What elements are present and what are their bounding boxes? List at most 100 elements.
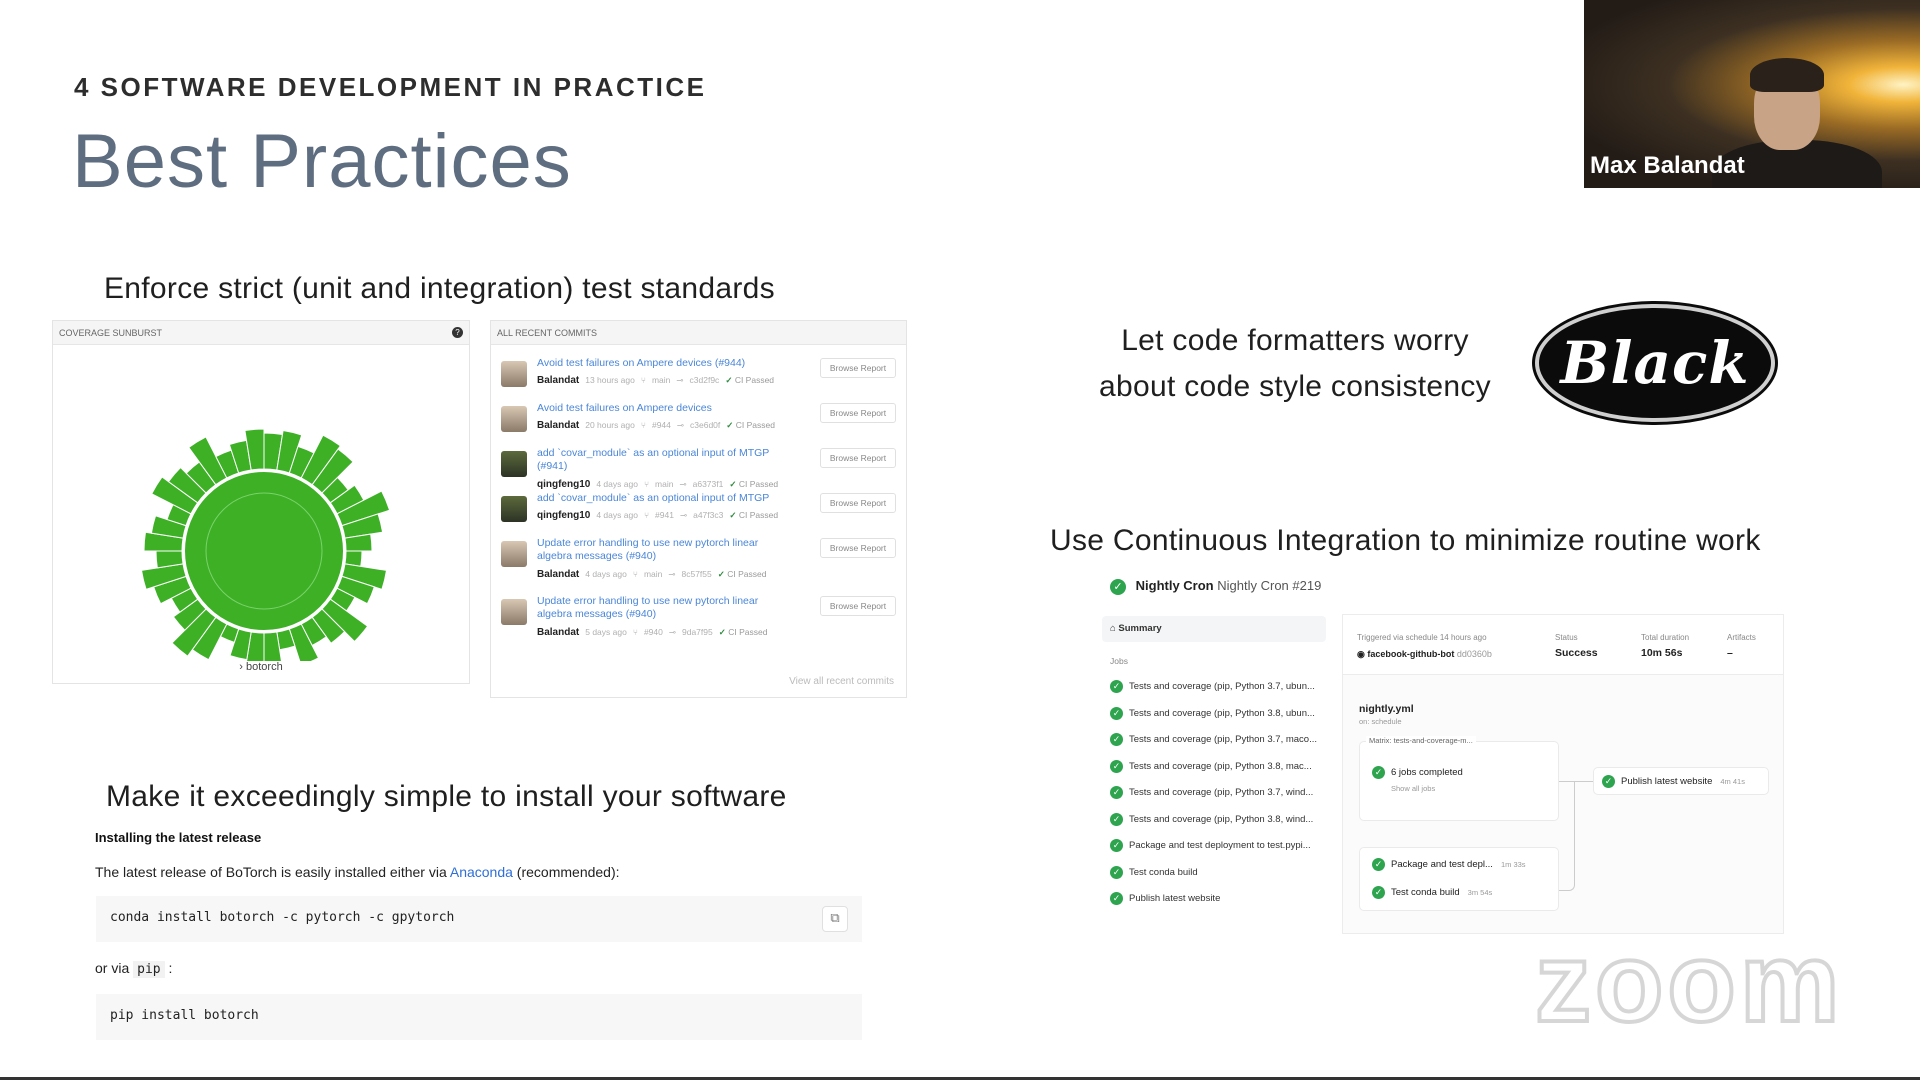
ci-job-item[interactable]: ✓ Publish latest website [1110,892,1330,905]
commit-row[interactable]: Update error handling to use new pytorch… [501,595,896,639]
ci-job-item[interactable]: ✓ Test conda build [1110,865,1330,879]
check-icon: ✓ [726,420,734,430]
yml-name: nightly.yml [1359,703,1414,715]
anaconda-link[interactable]: Anaconda [450,864,513,880]
matrix-label: Matrix: tests-and-coverage-m... [1366,736,1476,745]
success-check-icon: ✓ [1110,786,1123,799]
trigger-info: ◉ facebook-github-bot dd0360b [1357,649,1492,659]
commit-row[interactable]: add `covar_module` as an optional input … [501,492,896,536]
browse-report-button[interactable]: Browse Report [820,358,896,378]
ci-job-item[interactable]: ✓ Tests and coverage (pip, Python 3.7, ma… [1110,733,1330,746]
commit-branch: main [655,479,674,489]
commits-header: ALL RECENT COMMITS [491,321,906,345]
ci-job-label: Tests and coverage (pip, Python 3.8, win… [1129,813,1314,825]
copy-icon[interactable]: ⧉ [822,906,848,932]
avatar [501,541,527,567]
commit-sha: 9da7f95 [681,627,713,637]
ci-job-item[interactable]: ✓ Tests and coverage (pip, Python 3.7, wi… [1110,786,1330,799]
commit-time: 20 hours ago [585,420,635,430]
commit-message[interactable]: Update error handling to use new pytorch… [537,595,787,621]
pip-inline-code: pip [133,961,165,978]
ci-job-item[interactable]: ✓ Tests and coverage (pip, Python 3.8, ub… [1110,706,1330,720]
webcam-video: Max Balandat [1584,0,1920,188]
browse-report-button[interactable]: Browse Report [820,448,896,468]
check-icon: ✓ [729,479,737,489]
ci-job-item[interactable]: ✓ Tests and coverage (pip, Python 3.8, ma… [1110,759,1330,773]
browse-report-button[interactable]: Browse Report [820,403,896,423]
ci-status: ✓ CI Passed [729,510,778,520]
ci-trigger-box: Triggered via schedule 14 hours ago ◉ fa… [1343,615,1783,675]
success-check-icon: ✓ [1110,759,1123,773]
commit-message[interactable]: Update error handling to use new pytorch… [537,537,787,563]
trigger-sha[interactable]: dd0360b [1457,649,1492,659]
view-all-commits-link[interactable]: View all recent commits [789,676,894,687]
yml-trigger: on: schedule [1359,717,1402,726]
success-check-icon: ✓ [1110,892,1123,905]
ci-status: ✓ CI Passed [725,375,774,385]
commit-icon: ⊸ [668,569,676,579]
commit-author: Balandat [537,420,580,431]
ci-job-item[interactable]: ✓ Tests and coverage (pip, Python 3.8, wi… [1110,812,1330,826]
success-check-icon: ✓ [1110,706,1123,720]
ci-run-title: ✓ Nightly Cron Nightly Cron #219 [1110,578,1321,595]
browse-report-button[interactable]: Browse Report [820,538,896,558]
commit-time: 4 days ago [596,479,638,489]
commit-row[interactable]: Avoid test failures on Ampere devices (#… [501,357,896,401]
ci-status-text: CI Passed [738,510,779,520]
trigger-actor[interactable]: facebook-github-bot [1367,649,1454,659]
install-subheading: Installing the latest release [95,830,262,845]
commit-branch: main [643,569,663,579]
commit-message[interactable]: Avoid test failures on Ampere devices (#… [537,357,787,370]
black-logo: Black [1535,304,1775,422]
ci-status-text: CI Passed [735,420,775,430]
publish-node[interactable]: ✓ Publish latest website 4m 41s [1593,767,1769,795]
conda-code-block: conda install botorch -c pytorch -c gpyt… [96,896,862,942]
ci-status: ✓ CI Passed [719,627,768,637]
package-node[interactable]: ✓ Package and test depl... 1m 33s [1372,858,1526,871]
ci-job-item[interactable]: ✓ Tests and coverage (pip, Python 3.7, ub… [1110,680,1330,693]
run-name[interactable]: Nightly Cron #219 [1217,578,1321,593]
commit-message[interactable]: add `covar_module` as an optional input … [537,492,787,505]
commit-author: Balandat [537,569,580,580]
commit-row[interactable]: add `covar_module` as an optional input … [501,447,896,491]
duration-label: Total duration [1641,633,1690,642]
commit-message[interactable]: add `covar_module` as an optional input … [537,447,787,473]
commit-icon: ⊸ [676,375,684,385]
matrix-node[interactable]: Matrix: tests-and-coverage-m... ✓ 6 jobs … [1359,736,1559,821]
ci-job-label: Package and test deployment to test.pypi… [1129,840,1311,852]
show-all-jobs-link[interactable]: Show all jobs [1391,784,1435,793]
sunburst-chart[interactable] [53,351,471,661]
browse-report-button[interactable]: Browse Report [820,596,896,616]
check-icon: ✓ [718,627,726,637]
conda-duration: 3m 54s [1467,888,1493,898]
ci-job-item[interactable]: ✓ Package and test deployment to test.pyp… [1110,839,1330,852]
help-icon[interactable]: ? [452,327,463,338]
artifacts-label: Artifacts [1727,633,1756,642]
conda-node[interactable]: ✓ Test conda build 3m 54s [1372,886,1492,899]
commit-branch: #940 [643,627,663,637]
ci-job-label: Tests and coverage (pip, Python 3.8, mac… [1129,760,1312,772]
commit-row[interactable]: Update error handling to use new pytorch… [501,537,896,581]
commit-sha: 8c57f55 [681,569,712,579]
formatter-line-2: about code style consistency [1099,370,1491,403]
commit-row[interactable]: Avoid test failures on Ampere devices Bal… [501,402,896,446]
summary-tab[interactable]: ⌂ Summary [1102,616,1326,642]
pip-code-block: pip install botorch [96,994,862,1040]
commit-message[interactable]: Avoid test failures on Ampere devices [537,402,787,415]
commit-meta: Balandat 13 hours ago ⑂ main ⊸ c3d2f9c ✓ CI Pa… [537,375,774,386]
ci-status-text: CI Passed [727,569,767,579]
connector-line [1559,781,1575,891]
ci-job-label: Test conda build [1129,866,1198,878]
ci-status: ✓ CI Passed [729,479,778,489]
commits-panel: ALL RECENT COMMITS Avoid test failures o… [490,320,907,698]
avatar [501,496,527,522]
check-icon: ✓ [725,375,733,385]
pip-command: pip install botorch [110,1008,259,1023]
install-text: The latest release of BoTorch is easily … [95,864,620,880]
browse-report-button[interactable]: Browse Report [820,493,896,513]
commit-meta: qingfeng10 4 days ago ⑂ main ⊸ a6373f1 ✓ CI Pa… [537,479,778,490]
section-label: 4 SOFTWARE DEVELOPMENT IN PRACTICE [74,72,707,102]
check-icon: ✓ [729,510,737,520]
publish-duration: 4m 41s [1720,777,1745,787]
sunburst-root-label: botorch [246,661,283,673]
